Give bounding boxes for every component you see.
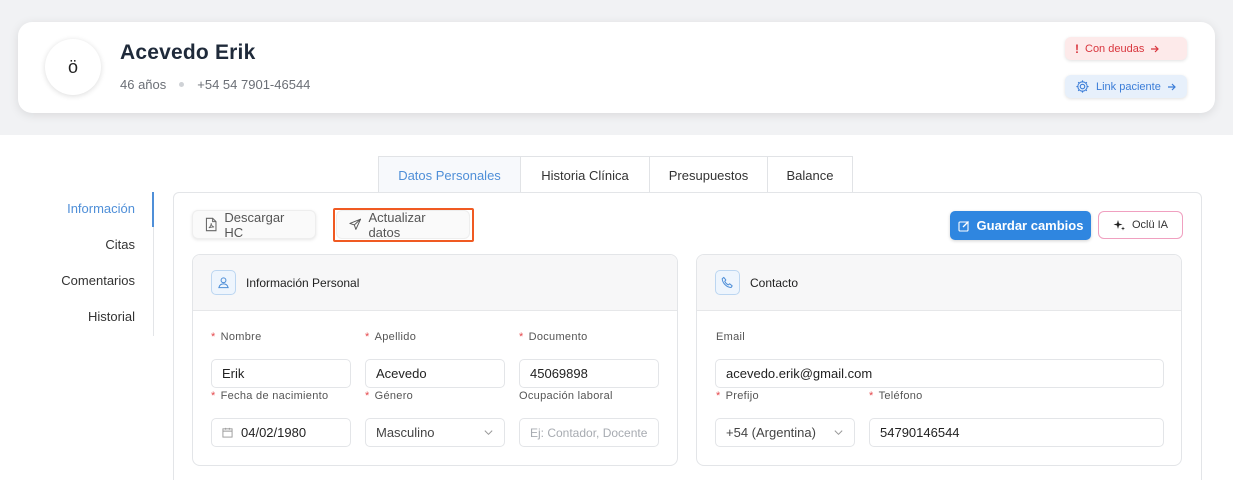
side-item-informacion[interactable]: Información xyxy=(67,201,135,216)
contact-header: Contacto xyxy=(697,255,1181,311)
ai-assistant-button[interactable]: Oclü IA xyxy=(1098,211,1183,239)
contact-title: Contacto xyxy=(750,275,799,290)
side-item-historial[interactable]: Historial xyxy=(88,309,135,324)
side-active-indicator xyxy=(152,192,154,227)
pdf-file-icon xyxy=(205,217,217,232)
patient-link-label: Link paciente xyxy=(1096,80,1161,93)
arrow-right-icon xyxy=(1151,45,1160,52)
ocupacion-label: Ocupación laboral xyxy=(519,390,613,402)
prefix-select[interactable]: +54 (Argentina) xyxy=(715,418,855,447)
patient-meta: 46 años +54 54 7901-46544 xyxy=(120,77,310,92)
documento-input[interactable]: 45069898 xyxy=(519,359,659,388)
ai-assistant-label: Oclü IA xyxy=(1131,219,1169,231)
gear-icon xyxy=(1076,80,1089,93)
patient-card: ö Acevedo Erik 46 años +54 54 7901-46544… xyxy=(18,22,1215,113)
main-tabs: Datos Personales Historia Clínica Presup… xyxy=(378,156,853,193)
birthdate-value: 04/02/1980 xyxy=(241,425,307,440)
patient-name: Acevedo Erik xyxy=(120,41,256,64)
edit-icon xyxy=(957,220,969,232)
genero-label: * Género xyxy=(365,390,414,402)
documento-label: * Documento xyxy=(519,331,588,343)
save-changes-button[interactable]: Guardar cambios xyxy=(950,211,1091,240)
nombre-label: * Nombre xyxy=(211,331,262,343)
phone-field[interactable]: 54790146544 xyxy=(869,418,1164,447)
debt-label: Con deudas xyxy=(1085,42,1145,55)
gender-select[interactable]: Masculino xyxy=(365,418,505,447)
apellido-input[interactable]: Acevedo xyxy=(365,359,505,388)
calendar-icon xyxy=(222,427,233,438)
separator-dot xyxy=(179,82,185,87)
occupation-input[interactable]: Ej: Contador, Docente xyxy=(519,418,659,447)
side-item-citas[interactable]: Citas xyxy=(105,237,135,252)
save-changes-label: Guardar cambios xyxy=(976,218,1084,233)
telefono-label: * Teléfono xyxy=(869,390,923,402)
debt-badge-button[interactable]: ! Con deudas xyxy=(1065,37,1187,60)
user-icon xyxy=(211,270,236,295)
arrow-right-icon xyxy=(1167,83,1176,90)
tab-presupuestos[interactable]: Presupuestos xyxy=(649,156,768,193)
prefijo-label: * Prefijo xyxy=(716,390,759,402)
personal-info-title: Información Personal xyxy=(246,275,360,290)
phone-icon xyxy=(715,270,740,295)
tab-historia-clinica[interactable]: Historia Clínica xyxy=(520,156,650,193)
personal-info-header: Información Personal xyxy=(193,255,677,311)
download-hc-label: Descargar HC xyxy=(224,209,285,240)
apellido-label: * Apellido xyxy=(365,331,417,343)
patient-link-button[interactable]: Link paciente xyxy=(1065,75,1187,98)
nombre-input[interactable]: Erik xyxy=(211,359,351,388)
chevron-down-icon xyxy=(834,430,843,436)
avatar: ö xyxy=(45,39,101,95)
tab-datos-personales[interactable]: Datos Personales xyxy=(378,156,521,193)
tab-balance[interactable]: Balance xyxy=(767,156,853,193)
alert-icon: ! xyxy=(1075,41,1079,56)
patient-age: 46 años xyxy=(120,77,167,92)
email-field[interactable]: acevedo.erik@gmail.com xyxy=(715,359,1164,388)
chevron-down-icon xyxy=(484,430,493,436)
nacimiento-label: * Fecha de nacimiento xyxy=(211,390,329,402)
highlight-outline xyxy=(333,208,474,242)
email-label: Email xyxy=(716,331,746,343)
gender-value: Masculino xyxy=(376,425,435,440)
birthdate-input[interactable]: 04/02/1980 xyxy=(211,418,351,447)
side-nav: Información Citas Comentarios Historial xyxy=(40,192,154,336)
sparkle-icon xyxy=(1113,220,1125,231)
patient-phone: +54 54 7901-46544 xyxy=(197,77,311,92)
side-item-comentarios[interactable]: Comentarios xyxy=(61,273,135,288)
prefix-value: +54 (Argentina) xyxy=(726,425,816,440)
download-hc-button[interactable]: Descargar HC xyxy=(192,209,316,240)
